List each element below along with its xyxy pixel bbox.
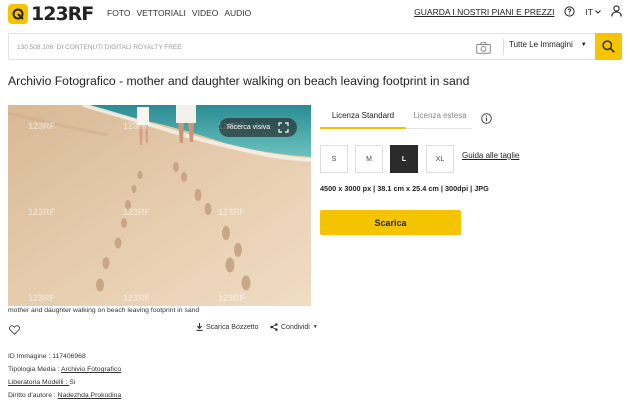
svg-text:123RF: 123RF <box>218 207 246 217</box>
tab-extended-license[interactable]: Licenza estesa <box>408 111 472 120</box>
meta-row-model-release: Liberatoria Modelli : Si <box>8 376 121 389</box>
share-label: Condividi <box>281 323 310 331</box>
logo-badge-icon <box>8 4 28 24</box>
photo-caption: mother and daughter walking on beach lea… <box>8 307 200 314</box>
site-logo[interactable]: 123RF <box>8 3 94 25</box>
search-icon <box>602 40 615 53</box>
meta-value-author[interactable]: Nadezhda Prokudina <box>58 392 121 399</box>
meta-label-model-release[interactable]: Liberatoria Modelli : <box>8 379 69 386</box>
active-tab-indicator <box>320 127 406 129</box>
nav-item-foto[interactable]: FOTO <box>107 8 130 18</box>
search-button[interactable] <box>595 33 622 60</box>
logo-text: 123RF <box>31 3 94 25</box>
download-comp-label: Scarica Bozzetto <box>206 323 259 331</box>
size-button-l[interactable]: L <box>390 145 418 173</box>
svg-text:123RF: 123RF <box>28 207 56 217</box>
info-icon[interactable] <box>481 111 492 129</box>
main-nav: FOTO VETTORIALI VIDEO AUDIO <box>107 8 251 18</box>
svg-text:123RF: 123RF <box>123 207 151 217</box>
image-meta: ID Immagine : 117406968 Tipologia Media … <box>8 350 121 402</box>
main-photo[interactable]: 123RF 123RF 123RF 123RF 123RF 123RF 123RF 123… <box>8 105 311 306</box>
tab-standard-license[interactable]: Licenza Standard <box>320 111 406 120</box>
size-button-s[interactable]: S <box>320 145 348 173</box>
meta-row-media-type: Tipologia Media : Archivio Fotografico <box>8 363 121 376</box>
size-button-m[interactable]: M <box>355 145 383 173</box>
download-icon <box>196 323 203 331</box>
help-icon[interactable] <box>564 5 576 19</box>
svg-text:123RF: 123RF <box>218 293 246 303</box>
caret-down-icon: ▼ <box>312 324 318 330</box>
image-dimensions: 4500 x 3000 px | 38.1 cm x 25.4 cm | 300… <box>320 184 489 193</box>
meta-row-id: ID Immagine : 117406968 <box>8 350 121 363</box>
meta-label: Diritto d'autore : <box>8 392 58 399</box>
meta-value-id: 117406968 <box>52 353 86 360</box>
photo-actions: Scarica Bozzetto Condividi ▼ <box>8 321 318 335</box>
nav-item-video[interactable]: VIDEO <box>192 8 218 18</box>
chevron-down-icon <box>595 10 601 14</box>
meta-row-copyright: Diritto d'autore : Nadezhda Prokudina <box>8 389 121 402</box>
search-divider <box>503 39 504 55</box>
meta-value-media-type[interactable]: Archivio Fotografico <box>61 366 121 373</box>
download-button[interactable]: Scarica <box>320 210 461 235</box>
meta-label: Tipologia Media : <box>8 366 62 373</box>
language-label: IT <box>585 7 593 17</box>
plans-pricing-link[interactable]: GUARDA I NOSTRI PIANI E PREZZI <box>414 7 554 17</box>
svg-text:123RF: 123RF <box>123 293 151 303</box>
page-title: Archivio Fotografico - mother and daught… <box>8 74 470 88</box>
category-label: Tutte Le Immagini <box>509 40 573 49</box>
meta-value-model-release: Si <box>69 379 76 386</box>
share-icon <box>270 323 278 331</box>
size-button-xl[interactable]: XL <box>426 145 454 173</box>
user-icon[interactable] <box>611 5 622 19</box>
download-comp-button[interactable]: Scarica Bozzetto <box>196 323 259 331</box>
share-button[interactable]: Condividi ▼ <box>270 323 318 331</box>
reverse-search-button[interactable]: Ricerca visiva <box>219 118 298 137</box>
camera-icon[interactable] <box>476 41 491 59</box>
size-guide-link[interactable]: Guida alle taglie <box>462 151 519 160</box>
license-tabs: Licenza Standard Licenza estesa <box>320 111 500 130</box>
nav-item-vettoriali[interactable]: VETTORIALI <box>136 8 185 18</box>
heart-icon[interactable] <box>9 322 20 340</box>
expand-icon <box>278 122 289 133</box>
header-right: GUARDA I NOSTRI PIANI E PREZZI IT <box>414 5 622 19</box>
language-selector[interactable]: IT <box>585 7 601 17</box>
category-select[interactable]: Tutte Le Immagini ▼ <box>509 40 587 49</box>
top-header: 123RF FOTO VETTORIALI VIDEO AUDIO GUARDA… <box>0 0 630 28</box>
meta-label: ID Immagine : <box>8 353 53 360</box>
svg-text:123RF: 123RF <box>28 293 56 303</box>
caret-down-icon: ▼ <box>580 41 587 48</box>
reverse-search-label: Ricerca visiva <box>227 124 271 131</box>
nav-item-audio[interactable]: AUDIO <box>224 8 251 18</box>
search-input[interactable] <box>17 40 467 54</box>
search-bar: Tutte Le Immagini ▼ <box>8 33 622 60</box>
svg-text:123RF: 123RF <box>28 121 56 131</box>
svg-text:123RF: 123RF <box>123 121 151 131</box>
